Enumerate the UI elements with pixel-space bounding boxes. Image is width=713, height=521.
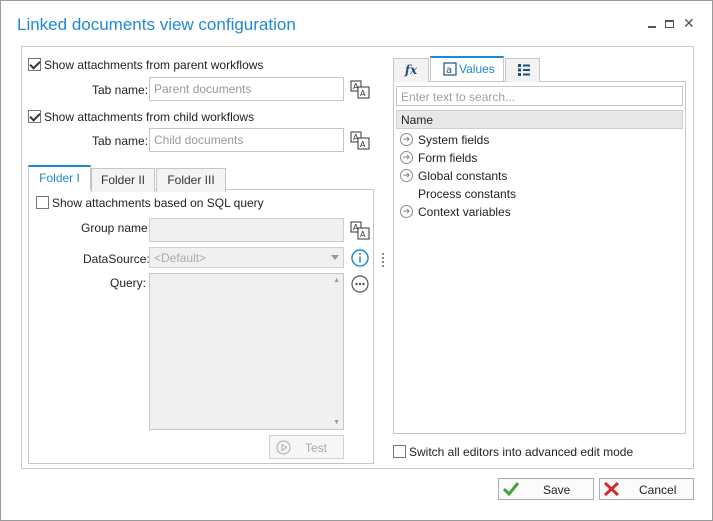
scroll-up-icon[interactable]: ▲	[333, 277, 340, 284]
svg-text:A: A	[360, 140, 366, 149]
minimize-icon	[648, 26, 656, 28]
tab-folder-2[interactable]: Folder II	[91, 168, 155, 192]
child-workflows-checkbox[interactable]	[28, 110, 41, 123]
test-button-label: Test	[305, 441, 328, 455]
maximize-icon	[665, 20, 674, 28]
tab-folder-3[interactable]: Folder III	[156, 168, 226, 192]
svg-text:A: A	[360, 89, 366, 98]
child-tab-name-input[interactable]: Child documents	[149, 128, 344, 152]
info-icon[interactable]	[350, 248, 370, 268]
tab-list[interactable]	[505, 58, 540, 82]
translate-icon[interactable]: A A	[350, 79, 370, 99]
maximize-button[interactable]	[665, 17, 674, 31]
list-icon	[518, 64, 530, 76]
child-tab-name-label: Tab name:	[92, 134, 149, 148]
tab-values[interactable]: a Values	[430, 56, 504, 81]
tab-functions[interactable]: fx	[393, 58, 429, 82]
sql-query-checkbox[interactable]	[36, 196, 49, 209]
more-options-icon[interactable]	[350, 274, 370, 294]
parent-workflows-label: Show attachments from parent workflows	[44, 58, 264, 72]
tree-item-process-constants[interactable]: Process constants	[418, 187, 516, 201]
close-button[interactable]: ✕	[683, 16, 695, 30]
advanced-mode-checkbox[interactable]	[393, 445, 406, 458]
search-input[interactable]: Enter text to search...	[396, 86, 683, 106]
tree-item-form-fields[interactable]: Form fields	[418, 151, 477, 165]
splitter-handle[interactable]	[382, 253, 384, 267]
tab-folder-1[interactable]: Folder I	[28, 165, 91, 190]
checkmark-icon	[502, 482, 520, 497]
tree-item-system-fields[interactable]: System fields	[418, 133, 489, 147]
tree-item-context-variables[interactable]: Context variables	[418, 205, 511, 219]
expand-arrow-icon[interactable]: ➔	[400, 169, 413, 182]
name-column-header[interactable]: Name	[396, 110, 683, 129]
svg-text:A: A	[360, 230, 366, 239]
cancel-icon	[603, 481, 620, 497]
test-button[interactable]: Test	[269, 435, 344, 459]
cancel-button-label: Cancel	[639, 483, 677, 497]
scroll-down-icon[interactable]: ▼	[333, 419, 340, 426]
query-label: Query:	[110, 276, 147, 290]
tree-item-global-constants[interactable]: Global constants	[418, 169, 507, 183]
expand-arrow-icon[interactable]: ➔	[400, 205, 413, 218]
translate-icon[interactable]: A A	[350, 130, 370, 150]
minimize-button[interactable]	[648, 17, 656, 31]
save-button[interactable]: Save	[498, 478, 594, 500]
query-textarea[interactable]: ▲ ▼	[149, 273, 344, 430]
advanced-mode-label: Switch all editors into advanced edit mo…	[409, 445, 634, 459]
chevron-down-icon	[331, 255, 339, 260]
values-icon: a	[443, 62, 457, 76]
datasource-select[interactable]: <Default>	[149, 247, 344, 268]
datasource-label: DataSource:	[83, 252, 150, 266]
tab-values-label: Values	[459, 62, 495, 76]
child-workflows-label: Show attachments from child workflows	[44, 110, 255, 124]
dialog-window: Linked documents view configuration ✕ Sh…	[0, 0, 713, 521]
parent-tab-name-input[interactable]: Parent documents	[149, 77, 344, 101]
save-button-label: Save	[543, 483, 571, 497]
sql-query-label: Show attachments based on SQL query	[52, 196, 264, 210]
datasource-value: <Default>	[154, 251, 207, 265]
group-name-label: Group name:	[81, 221, 152, 235]
expand-arrow-icon[interactable]: ➔	[400, 151, 413, 164]
expand-arrow-icon[interactable]: ➔	[400, 133, 413, 146]
translate-icon[interactable]: A A	[350, 220, 370, 240]
parent-tab-name-label: Tab name:	[92, 83, 149, 97]
group-name-input[interactable]	[149, 218, 344, 242]
play-icon	[276, 440, 291, 455]
dialog-title: Linked documents view configuration	[17, 15, 296, 34]
svg-text:a: a	[446, 65, 452, 76]
cancel-button[interactable]: Cancel	[599, 478, 694, 500]
parent-workflows-checkbox[interactable]	[28, 58, 41, 71]
